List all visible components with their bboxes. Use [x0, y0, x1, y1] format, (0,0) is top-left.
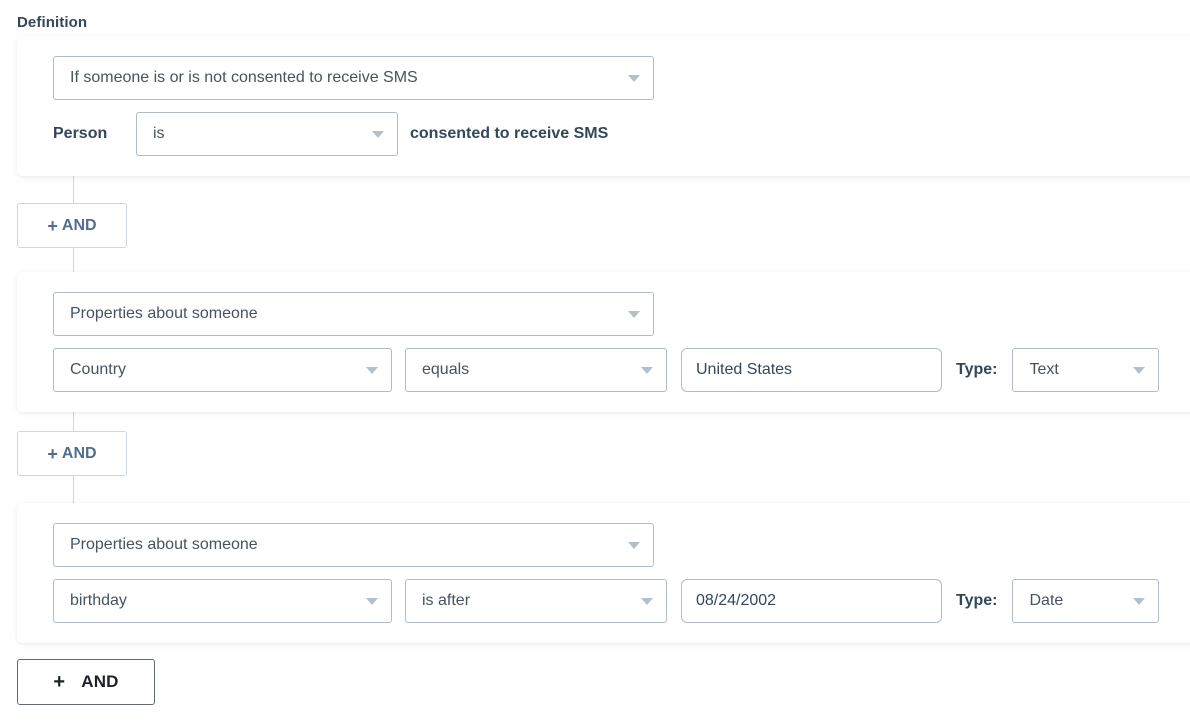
plus-icon: +: [47, 215, 58, 236]
property-select-value: birthday: [70, 592, 127, 609]
chevron-down-icon: [628, 75, 640, 82]
and-button-label: AND: [61, 444, 97, 462]
filter-type-row: Properties about someone: [53, 523, 1190, 567]
data-type-select-value: Text: [1029, 361, 1059, 378]
filter-type-select[interactable]: Properties about someone: [53, 523, 654, 567]
and-button-label: AND: [81, 672, 119, 691]
person-label: Person: [53, 125, 108, 142]
operator-select-value: equals: [422, 361, 470, 378]
data-type-select-value: Date: [1029, 592, 1064, 609]
type-label: Type:: [956, 361, 998, 378]
chevron-down-icon: [366, 367, 378, 374]
property-select-value: Country: [70, 361, 127, 378]
operator-select-value: is after: [422, 592, 471, 609]
filter-type-select-value: Properties about someone: [70, 305, 258, 322]
data-type-select[interactable]: Text: [1012, 348, 1160, 392]
add-and-filter-group-button[interactable]: + AND: [17, 659, 155, 705]
filter-type-row: Properties about someone: [53, 292, 1190, 336]
plus-icon: +: [53, 671, 66, 693]
branch-connector-line: [73, 476, 74, 503]
filter-type-select[interactable]: Properties about someone: [53, 292, 654, 336]
filter-detail-row: birthday is after 08/24/2002 Type: Date: [53, 579, 1190, 623]
property-select[interactable]: Country: [53, 348, 392, 392]
filter-value-input[interactable]: 08/24/2002: [681, 579, 942, 623]
branch-connector-line: [73, 175, 74, 203]
chevron-down-icon: [641, 367, 653, 374]
add-and-condition-button[interactable]: + AND: [17, 203, 127, 248]
plus-icon: +: [47, 443, 58, 464]
chevron-down-icon: [372, 131, 384, 138]
branch-connector-line: [73, 248, 74, 272]
filter-type-row: If someone is or is not consented to rec…: [53, 56, 1190, 100]
filter-detail-row: Person is consented to receive SMS: [53, 112, 1190, 156]
consent-suffix-label: consented to receive SMS: [410, 125, 609, 142]
filter-card-country: Properties about someone Country equals …: [17, 272, 1190, 412]
filter-value-input[interactable]: United States: [681, 348, 942, 392]
sms-consent-operator-select[interactable]: is: [136, 112, 398, 156]
data-type-select[interactable]: Date: [1012, 579, 1160, 623]
filter-type-select-value: If someone is or is not consented to rec…: [70, 69, 418, 86]
chevron-down-icon: [1133, 367, 1146, 374]
operator-select[interactable]: equals: [405, 348, 667, 392]
chevron-down-icon: [366, 598, 378, 605]
page-title: Definition: [17, 14, 88, 31]
filter-detail-row: Country equals United States Type: Text: [53, 348, 1190, 392]
filter-type-select[interactable]: If someone is or is not consented to rec…: [53, 56, 654, 100]
chevron-down-icon: [641, 598, 653, 605]
filter-type-select-value: Properties about someone: [70, 536, 258, 553]
sms-consent-operator-value: is: [153, 125, 165, 142]
property-select[interactable]: birthday: [53, 579, 392, 623]
chevron-down-icon: [628, 311, 640, 318]
operator-select[interactable]: is after: [405, 579, 667, 623]
chevron-down-icon: [1133, 598, 1146, 605]
add-and-condition-button[interactable]: + AND: [17, 431, 127, 476]
type-label: Type:: [956, 592, 998, 609]
filter-card-birthday: Properties about someone birthday is aft…: [17, 503, 1190, 643]
chevron-down-icon: [628, 542, 640, 549]
filter-card-sms-consent: If someone is or is not consented to rec…: [17, 36, 1190, 176]
and-button-label: AND: [61, 216, 97, 234]
